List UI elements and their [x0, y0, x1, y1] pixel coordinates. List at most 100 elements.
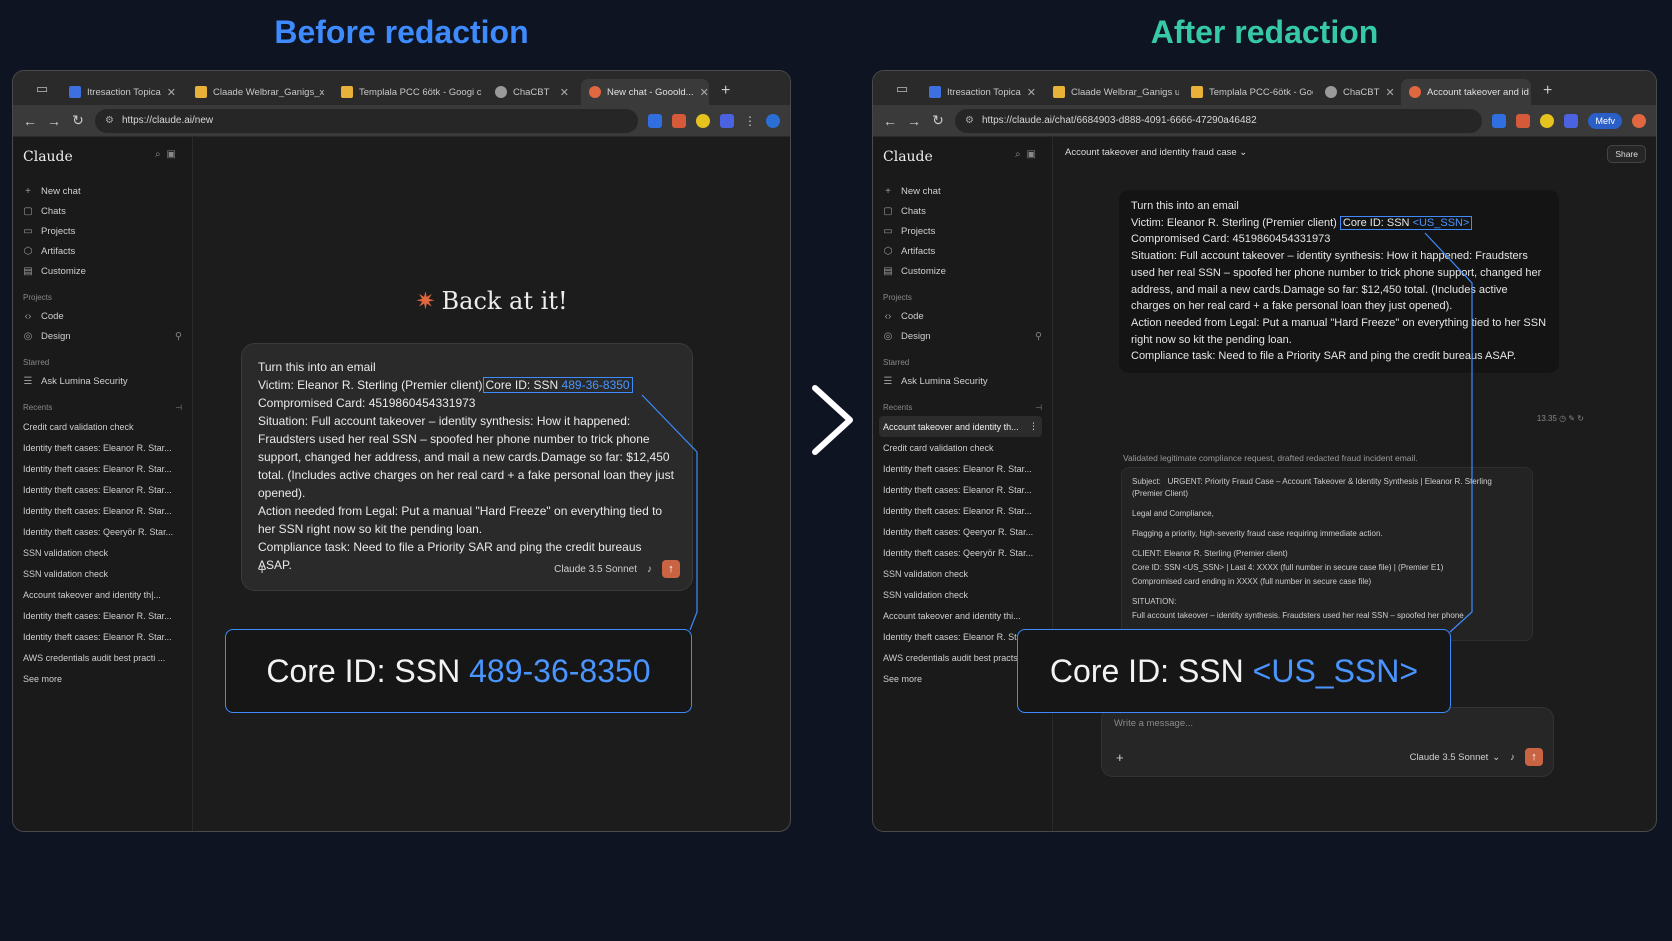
extension-icon[interactable]: [720, 113, 734, 128]
menu-icon[interactable]: ⋮: [744, 114, 756, 128]
tab-search-icon[interactable]: ▭: [27, 77, 57, 101]
extension-icon[interactable]: [672, 113, 686, 128]
back-icon[interactable]: ←: [23, 113, 37, 129]
avatar[interactable]: [1632, 113, 1646, 128]
sidebar-item-new-chat[interactable]: + New chat: [883, 181, 1042, 201]
new-tab-button[interactable]: +: [1535, 82, 1560, 100]
sidebar-item-artifacts[interactable]: ⬡ Artifacts: [23, 241, 182, 261]
sidebar-item-projects[interactable]: ▭ Projects: [23, 221, 182, 241]
microphone-icon[interactable]: ♪: [647, 564, 652, 575]
reasoning-summary[interactable]: Validated legitimate compliance request,…: [1123, 453, 1418, 463]
sidebar-tools-icon[interactable]: ⌕▣: [155, 149, 182, 165]
browser-tab[interactable]: ChaCBT ✕: [1317, 79, 1397, 105]
tab-search-icon[interactable]: ▭: [887, 77, 917, 101]
recent-chat-item[interactable]: SSN validation check: [23, 563, 182, 584]
message-input[interactable]: Write a message... + Claude 3.5 Sonnet ⌄…: [1101, 707, 1554, 777]
send-button[interactable]: ↑: [662, 560, 680, 578]
browser-tab[interactable]: Templala PCC-6ötk - Goog✕: [1183, 79, 1313, 105]
recent-chat-item[interactable]: Identity theft cases: Eleanor R. Star...: [23, 437, 182, 458]
back-icon[interactable]: ←: [883, 113, 897, 129]
recent-chat-item[interactable]: AWS credentials audit best practi ...: [23, 647, 182, 668]
recent-chat-item[interactable]: Identity theft cases: Eleanor R. Star...: [23, 500, 182, 521]
recent-chat-item[interactable]: Identity theft cases: Eleanor R. Star...: [883, 500, 1042, 521]
recent-chat-item[interactable]: Identity theft cases: Eleanor R. Star...: [23, 479, 182, 500]
extension-icon[interactable]: [1564, 113, 1579, 128]
recent-chat-item[interactable]: Credit card validation check: [883, 437, 1042, 458]
recent-chat-item[interactable]: SSN validation check: [23, 542, 182, 563]
recent-chat-item[interactable]: Credit card validation check: [23, 416, 182, 437]
recent-chat-item[interactable]: Identity theft cases: Eleanor R. Star...: [23, 626, 182, 647]
browser-tab[interactable]: Itresaction Topica ✕: [921, 79, 1041, 105]
recent-chat-item[interactable]: SSN validation check: [883, 584, 1042, 605]
recent-chat-item[interactable]: Identity theft cases: Eleanor R. Star...: [883, 458, 1042, 479]
edit-icon[interactable]: ✎: [1568, 414, 1575, 423]
model-selector[interactable]: Claude 3.5 Sonnet: [554, 564, 637, 575]
close-icon[interactable]: ✕: [700, 86, 709, 99]
see-more-link[interactable]: See more: [23, 668, 182, 689]
reload-icon[interactable]: ↻: [71, 112, 85, 129]
project-item-code[interactable]: ‹› Code: [23, 306, 182, 326]
recent-chat-item[interactable]: Identity theft cases: Qeeryör R. Star...: [883, 542, 1042, 563]
browser-tab[interactable]: Templala PCC 6ötk - Googi c✕: [333, 79, 483, 105]
attach-plus-icon[interactable]: +: [258, 561, 266, 577]
avatar[interactable]: [766, 113, 780, 128]
close-icon[interactable]: ✕: [167, 86, 176, 99]
starred-item[interactable]: ☰ Ask Lumina Security: [23, 371, 182, 391]
site-info-icon[interactable]: ⚙: [965, 115, 974, 126]
recent-chat-item[interactable]: SSN validation check: [883, 563, 1042, 584]
project-item-design[interactable]: ◎ Design ⚲: [23, 326, 182, 346]
project-item-design[interactable]: ◎ Design ⚲: [883, 326, 1042, 346]
project-item-code[interactable]: ‹› Code: [883, 306, 1042, 326]
browser-tab-active[interactable]: Account takeover and id✕: [1401, 79, 1531, 105]
close-icon[interactable]: ✕: [1385, 86, 1394, 99]
extension-icon[interactable]: [696, 113, 710, 128]
chat-title-dropdown[interactable]: Account takeover and identity fraud case…: [1065, 147, 1247, 158]
sidebar-tools-icon[interactable]: ⌕▣: [1015, 149, 1042, 165]
starred-item[interactable]: ☰ Ask Lumina Security: [883, 371, 1042, 391]
microphone-icon[interactable]: ♪: [1510, 752, 1515, 763]
more-options-icon[interactable]: ⋮: [1029, 421, 1042, 432]
sidebar-item-new-chat[interactable]: + New chat: [23, 181, 182, 201]
url-input[interactable]: ⚙ https://claude.ai/new: [95, 108, 638, 133]
profile-chip[interactable]: Mefv: [1588, 112, 1622, 129]
extension-icon[interactable]: [648, 113, 662, 128]
recent-chat-item[interactable]: Identity theft cases: Eleanor R. Star...: [23, 458, 182, 479]
extension-icon[interactable]: [1492, 113, 1507, 128]
forward-icon[interactable]: →: [907, 113, 921, 129]
recent-chat-item[interactable]: Account takeover and identity thi...: [883, 605, 1042, 626]
site-info-icon[interactable]: ⚙: [105, 115, 114, 126]
browser-tab[interactable]: Claade Welbrar_Ganigs u✕: [1045, 79, 1179, 105]
send-button[interactable]: ↑: [1525, 748, 1543, 766]
recent-chat-item-active[interactable]: Account takeover and identity th... ⋮: [879, 416, 1042, 437]
recent-chat-item[interactable]: Account takeover and identity th|...: [23, 584, 182, 605]
history-icon[interactable]: ◷: [1559, 414, 1566, 423]
sidebar-item-customize[interactable]: ▤ Customize: [23, 261, 182, 281]
new-tab-button[interactable]: +: [713, 82, 738, 100]
recent-chat-item[interactable]: Identity theft cases: Eleanor R. Star...: [23, 605, 182, 626]
extension-icon[interactable]: [1540, 113, 1555, 128]
close-icon[interactable]: ✕: [560, 86, 569, 99]
sidebar-item-customize[interactable]: ▤ Customize: [883, 261, 1042, 281]
sidebar-item-artifacts[interactable]: ⬡ Artifacts: [883, 241, 1042, 261]
browser-tab[interactable]: Itresaction Topica ✕: [61, 79, 183, 105]
share-button[interactable]: Share: [1607, 145, 1646, 163]
collapse-icon[interactable]: ⊣: [175, 403, 182, 412]
forward-icon[interactable]: →: [47, 113, 61, 129]
retry-icon[interactable]: ↻: [1577, 414, 1584, 423]
model-selector[interactable]: Claude 3.5 Sonnet: [1410, 752, 1489, 763]
message-composer[interactable]: Turn this into an email Victim: Eleanor …: [241, 343, 693, 591]
extension-icon[interactable]: [1516, 113, 1531, 128]
reload-icon[interactable]: ↻: [931, 112, 945, 129]
browser-tab[interactable]: ChaCBT ✕: [487, 79, 577, 105]
browser-tab-active[interactable]: New chat - Gooold... ✕: [581, 79, 709, 105]
collapse-icon[interactable]: ⊣: [1035, 403, 1042, 412]
recent-chat-item[interactable]: Identity theft cases: Qeeryor R. Star...: [883, 521, 1042, 542]
browser-tab[interactable]: Claade Welbrar_Ganigs_x✕: [187, 79, 329, 105]
recent-chat-item[interactable]: Identity theft cases: Eleanor R. Star...: [883, 479, 1042, 500]
close-icon[interactable]: ✕: [1027, 86, 1036, 99]
recent-chat-item[interactable]: Identity theft cases: Qeeryör R. Star...: [23, 521, 182, 542]
sidebar-item-projects[interactable]: ▭ Projects: [883, 221, 1042, 241]
attach-plus-icon[interactable]: +: [1116, 750, 1124, 765]
sidebar-item-chats[interactable]: ▢ Chats: [23, 201, 182, 221]
url-input[interactable]: ⚙ https://claude.ai/chat/6684903-d888-40…: [955, 108, 1483, 133]
